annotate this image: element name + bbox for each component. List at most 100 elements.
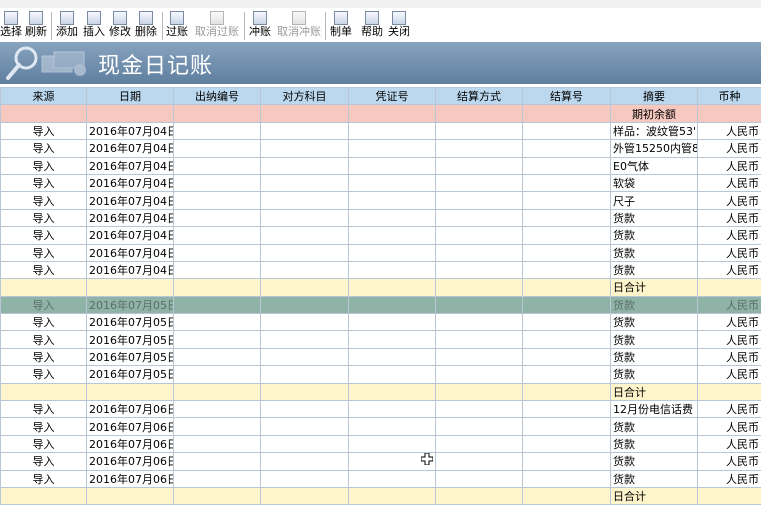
table-cell[interactable]	[523, 105, 611, 122]
table-cell[interactable]	[349, 348, 436, 365]
table-cell[interactable]	[349, 314, 436, 331]
table-cell[interactable]	[261, 140, 349, 157]
table-row[interactable]: 导入2016年07月06日货款人民币	[1, 453, 761, 470]
table-cell[interactable]	[261, 227, 349, 244]
cash-journal-grid[interactable]: 来源日期出纳编号对方科目凭证号结算方式结算号摘要币种 期初余额导入2016年07…	[0, 87, 761, 505]
table-cell[interactable]: 2016年07月05日	[87, 348, 174, 365]
table-cell[interactable]	[349, 418, 436, 435]
table-cell[interactable]	[261, 331, 349, 348]
table-cell[interactable]	[523, 418, 611, 435]
table-cell[interactable]	[523, 453, 611, 470]
table-cell[interactable]	[174, 314, 261, 331]
table-cell[interactable]	[261, 157, 349, 174]
table-row[interactable]: 导入2016年07月04日E0气体人民币	[1, 157, 761, 174]
table-cell[interactable]	[436, 487, 523, 504]
table-cell[interactable]: 货款	[611, 435, 698, 452]
table-cell[interactable]	[261, 383, 349, 400]
table-cell[interactable]	[174, 157, 261, 174]
table-cell[interactable]: 导入	[1, 244, 87, 261]
table-cell[interactable]	[698, 105, 761, 122]
table-cell[interactable]: 导入	[1, 470, 87, 487]
table-cell[interactable]	[349, 470, 436, 487]
table-cell[interactable]: 人民币	[698, 470, 761, 487]
table-cell[interactable]: 人民币	[698, 261, 761, 278]
table-cell[interactable]	[523, 331, 611, 348]
table-cell[interactable]	[261, 435, 349, 452]
table-row[interactable]: 导入2016年07月04日软袋人民币	[1, 174, 761, 191]
table-row[interactable]: 导入2016年07月04日外管15250内管8人民币	[1, 140, 761, 157]
table-cell[interactable]	[523, 383, 611, 400]
column-header[interactable]: 币种	[698, 88, 761, 105]
table-cell[interactable]: 货款	[611, 453, 698, 470]
table-cell[interactable]: 货款	[611, 261, 698, 278]
table-cell[interactable]: 人民币	[698, 314, 761, 331]
table-cell[interactable]	[349, 279, 436, 296]
table-cell[interactable]: 人民币	[698, 366, 761, 383]
table-cell[interactable]	[523, 279, 611, 296]
table-cell[interactable]	[261, 470, 349, 487]
table-cell[interactable]	[174, 192, 261, 209]
toolbar-button-5[interactable]: 删除	[135, 10, 157, 40]
toolbar-button-9[interactable]: 取消冲账	[277, 10, 321, 40]
toolbar-button-8[interactable]: 冲账	[249, 10, 271, 40]
table-cell[interactable]	[436, 418, 523, 435]
table-cell[interactable]	[349, 209, 436, 226]
table-cell[interactable]	[436, 470, 523, 487]
table-cell[interactable]	[523, 209, 611, 226]
table-cell[interactable]: 人民币	[698, 453, 761, 470]
table-cell[interactable]: 导入	[1, 140, 87, 157]
table-cell[interactable]	[1, 105, 87, 122]
table-cell[interactable]: 人民币	[698, 435, 761, 452]
table-row[interactable]: 导入2016年07月04日样品：波纹管53'人民币	[1, 122, 761, 139]
table-cell[interactable]: 人民币	[698, 296, 761, 313]
table-cell[interactable]	[261, 348, 349, 365]
table-cell[interactable]	[349, 487, 436, 504]
table-row[interactable]: 导入2016年07月05日货款人民币	[1, 366, 761, 383]
table-cell[interactable]	[349, 140, 436, 157]
table-cell[interactable]	[261, 418, 349, 435]
table-cell[interactable]: 导入	[1, 261, 87, 278]
table-cell[interactable]	[436, 366, 523, 383]
table-cell[interactable]: 人民币	[698, 174, 761, 191]
toolbar-button-1[interactable]: 刷新	[25, 10, 47, 40]
table-cell[interactable]	[349, 105, 436, 122]
column-header[interactable]: 日期	[87, 88, 174, 105]
table-cell[interactable]: 2016年07月04日	[87, 192, 174, 209]
toolbar-button-0[interactable]: 选择	[0, 10, 22, 40]
table-cell[interactable]	[436, 261, 523, 278]
table-cell[interactable]: 2016年07月06日	[87, 435, 174, 452]
toolbar-button-3[interactable]: 插入	[83, 10, 105, 40]
table-cell[interactable]: 2016年07月04日	[87, 244, 174, 261]
table-cell[interactable]	[523, 192, 611, 209]
table-cell[interactable]	[436, 140, 523, 157]
table-cell[interactable]	[523, 244, 611, 261]
table-cell[interactable]: 人民币	[698, 209, 761, 226]
table-cell[interactable]	[174, 209, 261, 226]
table-cell[interactable]	[174, 174, 261, 191]
table-cell[interactable]	[261, 366, 349, 383]
table-cell[interactable]	[349, 174, 436, 191]
table-cell[interactable]	[261, 401, 349, 418]
table-cell[interactable]: 2016年07月06日	[87, 470, 174, 487]
table-cell[interactable]: 人民币	[698, 140, 761, 157]
table-cell[interactable]: 人民币	[698, 122, 761, 139]
table-cell[interactable]	[349, 401, 436, 418]
table-row[interactable]: 导入2016年07月05日货款人民币	[1, 348, 761, 365]
table-row[interactable]: 导入2016年07月06日12月份电信话费人民币	[1, 401, 761, 418]
table-cell[interactable]	[174, 140, 261, 157]
table-cell[interactable]: 货款	[611, 470, 698, 487]
table-cell[interactable]	[523, 227, 611, 244]
table-cell[interactable]: 人民币	[698, 348, 761, 365]
table-cell[interactable]	[523, 140, 611, 157]
table-cell[interactable]: 导入	[1, 453, 87, 470]
table-cell[interactable]	[698, 487, 761, 504]
table-cell[interactable]: 货款	[611, 296, 698, 313]
table-cell[interactable]	[523, 435, 611, 452]
table-cell[interactable]: 日合计	[611, 279, 698, 296]
table-cell[interactable]	[1, 487, 87, 504]
table-cell[interactable]	[174, 435, 261, 452]
table-cell[interactable]	[523, 348, 611, 365]
table-cell[interactable]	[436, 453, 523, 470]
table-cell[interactable]	[1, 279, 87, 296]
table-cell[interactable]	[174, 122, 261, 139]
